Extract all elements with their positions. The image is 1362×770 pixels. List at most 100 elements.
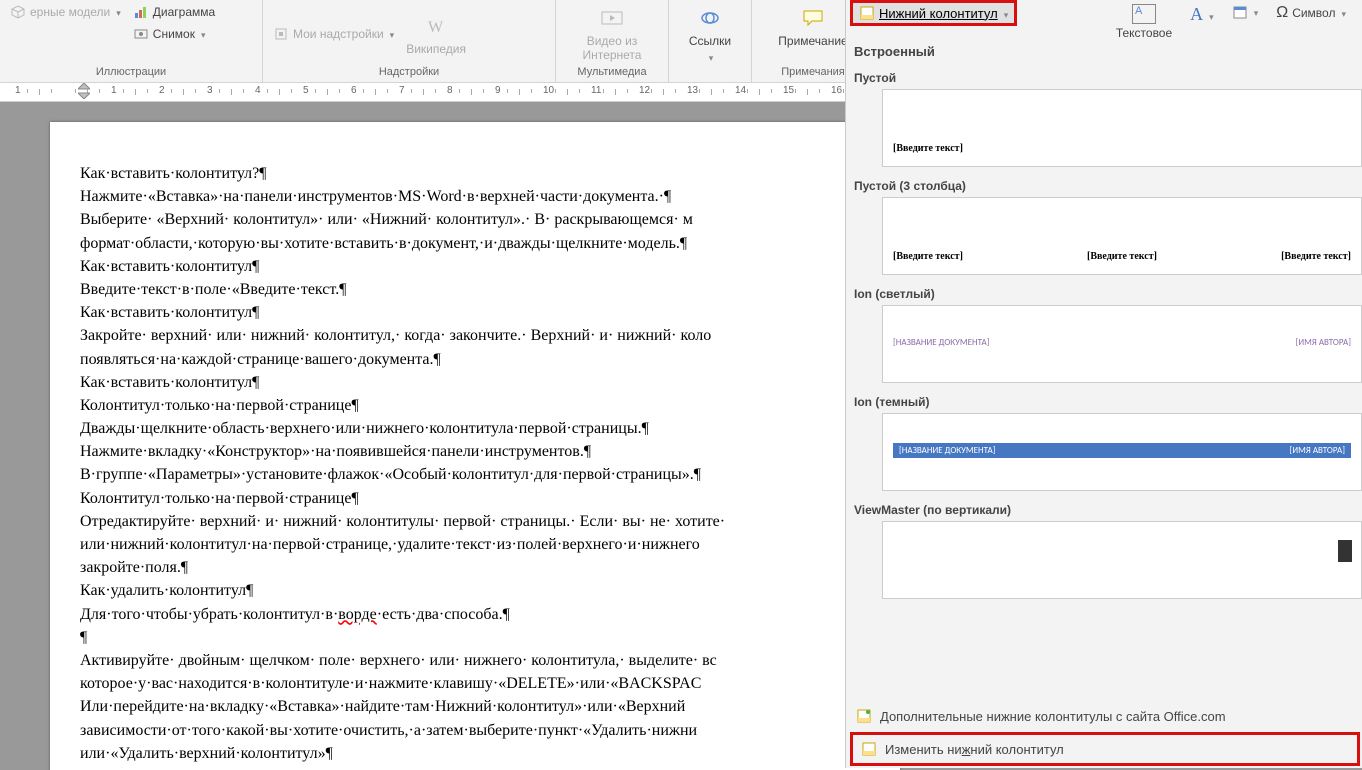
cube-icon xyxy=(10,4,26,20)
ruler-mark: 2 xyxy=(159,85,165,96)
ribbon-group-illustrations: ерные модели Диаграмма Снимок xyxy=(0,0,263,82)
gallery-item-title: Пустой (3 столбца) xyxy=(854,179,1362,193)
link-icon xyxy=(696,4,724,32)
document-line[interactable]: зависимости·от·того·какой·вы·хотите·очис… xyxy=(80,719,870,742)
ruler-mark: 8 xyxy=(447,85,453,96)
ruler-mark: 11 xyxy=(591,85,601,96)
document-line[interactable]: Как·вставить·колонтитул? xyxy=(80,162,870,185)
footer-icon xyxy=(859,5,875,21)
chart-button[interactable]: Диаграмма xyxy=(129,2,219,22)
links-button[interactable]: Ссылки xyxy=(685,2,735,66)
ruler-mark: 7 xyxy=(399,85,405,96)
3d-models-label: ерные модели xyxy=(30,5,110,19)
footer-gallery-footer: Дополнительные нижние колонтитулы с сайт… xyxy=(848,702,1362,768)
more-footers-label: Дополнительные нижние колонтитулы с сайт… xyxy=(880,709,1226,724)
gallery-builtin-header: Встроенный xyxy=(854,44,1362,59)
edit-footer-button[interactable]: Изменить нижний колонтитул xyxy=(850,732,1360,766)
gallery-item-title: Ion (темный) xyxy=(854,395,1362,409)
symbol-label: Символ xyxy=(1292,6,1335,20)
footer-dropdown-button[interactable]: Нижний колонтитул xyxy=(850,0,1017,26)
calendar-icon xyxy=(1232,4,1248,20)
document-line[interactable]: Активируйте· двойным· щелчком· поле· вер… xyxy=(80,649,870,672)
document-line[interactable]: Закройте· верхний· или· нижний· колонтит… xyxy=(80,324,870,347)
document-line[interactable]: появляться·на·каждой·странице·вашего·док… xyxy=(80,348,870,371)
chart-icon xyxy=(133,4,149,20)
document-line[interactable]: Введите·текст·в·поле·«Введите·текст. xyxy=(80,278,870,301)
screenshot-icon xyxy=(133,26,149,42)
ruler-mark: 6 xyxy=(351,85,357,96)
ruler-mark: 1 xyxy=(15,85,21,96)
gallery-item-preview[interactable]: [Введите текст][Введите текст][Введите т… xyxy=(882,197,1362,275)
document-page[interactable]: Как·вставить·колонтитул?Нажмите·«Вставка… xyxy=(50,122,900,770)
gallery-item-preview[interactable] xyxy=(882,521,1362,599)
ruler-mark: 4 xyxy=(255,85,261,96)
addins-icon xyxy=(273,26,289,42)
document-line[interactable]: Отредактируйте· верхний· и· нижний· коло… xyxy=(80,510,870,533)
screenshot-button[interactable]: Снимок xyxy=(129,24,219,44)
comment-button[interactable]: Примечание xyxy=(774,2,851,50)
page-break-indicator xyxy=(1338,540,1352,562)
document-line[interactable]: формат·области,·которую·вы·хотите·встави… xyxy=(80,232,870,255)
document-line[interactable]: Дважды·щелкните·область·верхнего·или·ниж… xyxy=(80,417,870,440)
gallery-item-title: Ion (светлый) xyxy=(854,287,1362,301)
document-line[interactable]: Для·того·чтобы·убрать·колонтитул·в·ворде… xyxy=(80,603,870,626)
video-icon xyxy=(598,4,626,32)
addins-group-label: Надстройки xyxy=(269,66,549,80)
online-video-button[interactable]: Видео из Интернета xyxy=(562,2,662,64)
textbox-icon xyxy=(1132,4,1156,24)
more-footers-office-button[interactable]: Дополнительные нижние колонтитулы с сайт… xyxy=(848,702,1362,730)
document-line[interactable]: Колонтитул·только·на·первой·странице xyxy=(80,487,870,510)
ruler-mark: 1 xyxy=(111,85,117,96)
document-line[interactable]: Колонтитул·только·на·первой·странице xyxy=(80,394,870,417)
gallery-item-title: ViewMaster (по вертикали) xyxy=(854,503,1362,517)
3d-models-button[interactable]: ерные модели xyxy=(6,2,125,22)
footer-gallery-body[interactable]: Встроенный Пустой [Введите текст] Пустой (… xyxy=(852,38,1362,706)
ruler-mark: 5 xyxy=(303,85,309,96)
document-line[interactable]: Нажмите·«Вставка»·на·панели·инструментов… xyxy=(80,185,870,208)
document-line[interactable]: Или·перейдите·на·вкладку·«Вставка»·найди… xyxy=(80,695,870,718)
wikipedia-label: Википедия xyxy=(406,42,466,56)
screenshot-label: Снимок xyxy=(153,27,195,41)
footer-dropdown-label: Нижний колонтитул xyxy=(879,6,998,21)
edit-footer-label: Изменить нижний колонтитул xyxy=(885,742,1064,757)
my-addins-button[interactable]: Мои надстройки xyxy=(269,24,398,44)
media-group-label: Мультимедиа xyxy=(562,66,662,80)
document-line[interactable]: Выберите· «Верхний· колонтитул»· или· «Н… xyxy=(80,208,870,231)
office-icon xyxy=(856,708,872,724)
document-line[interactable]: или·нижний·колонтитул·на·первой·странице… xyxy=(80,533,870,556)
ribbon-group-links: Ссылки xyxy=(669,0,752,82)
ruler-mark: 3 xyxy=(207,85,213,96)
letter-a-button[interactable]: A xyxy=(1186,2,1218,27)
gallery-item-preview[interactable]: [НАЗВАНИЕ ДОКУМЕНТА][ИМЯ АВТОРА] xyxy=(882,305,1362,383)
document-line[interactable]: Как·вставить·колонтитул xyxy=(80,371,870,394)
document-line[interactable]: Как·вставить·колонтитул xyxy=(80,255,870,278)
links-label: Ссылки xyxy=(689,34,731,48)
document-line[interactable]: которое·у·вас·находится·в·колонтитуле·и·… xyxy=(80,672,870,695)
ruler-mark: 10 xyxy=(543,85,554,96)
date-button[interactable] xyxy=(1228,2,1263,22)
symbol-button[interactable]: Ω Символ xyxy=(1272,2,1350,24)
document-line[interactable]: Нажмите·вкладку·«Конструктор»·на·появивш… xyxy=(80,440,870,463)
document-line[interactable]: В·группе·«Параметры»·установите·флажок·«… xyxy=(80,463,870,486)
document-line[interactable]: или·«Удалить·верхний·колонтитул» xyxy=(80,742,870,765)
my-addins-label: Мои надстройки xyxy=(293,27,384,41)
ribbon-group-media: Видео из Интернета Мультимедиа xyxy=(556,0,669,82)
ruler-mark: 16 xyxy=(831,85,842,96)
document-line[interactable] xyxy=(80,626,870,649)
document-line[interactable]: Как·вставить·колонтитул xyxy=(80,301,870,324)
chart-label: Диаграмма xyxy=(153,5,215,19)
gallery-item-title: Пустой xyxy=(854,71,1362,85)
wikipedia-icon: W xyxy=(422,12,450,40)
document-line[interactable]: закройте·поля. xyxy=(80,556,870,579)
gallery-item-preview[interactable]: [НАЗВАНИЕ ДОКУМЕНТА][ИМЯ АВТОРА] xyxy=(882,413,1362,491)
links-group-label xyxy=(675,78,745,80)
footer-gallery-panel: Нижний колонтитул Текстовое A Ω Символ В… xyxy=(845,0,1362,768)
gallery-item-preview[interactable]: [Введите текст] xyxy=(882,89,1362,167)
online-video-label: Видео из Интернета xyxy=(566,34,658,62)
document-line[interactable]: Как·удалить·колонтитул xyxy=(80,579,870,602)
edit-footer-icon xyxy=(861,741,877,757)
wikipedia-button[interactable]: W Википедия xyxy=(402,10,470,58)
ruler-mark: 13 xyxy=(687,85,698,96)
textbox-button[interactable]: Текстовое xyxy=(1112,2,1176,42)
illustrations-group-label: Иллюстрации xyxy=(6,66,256,80)
